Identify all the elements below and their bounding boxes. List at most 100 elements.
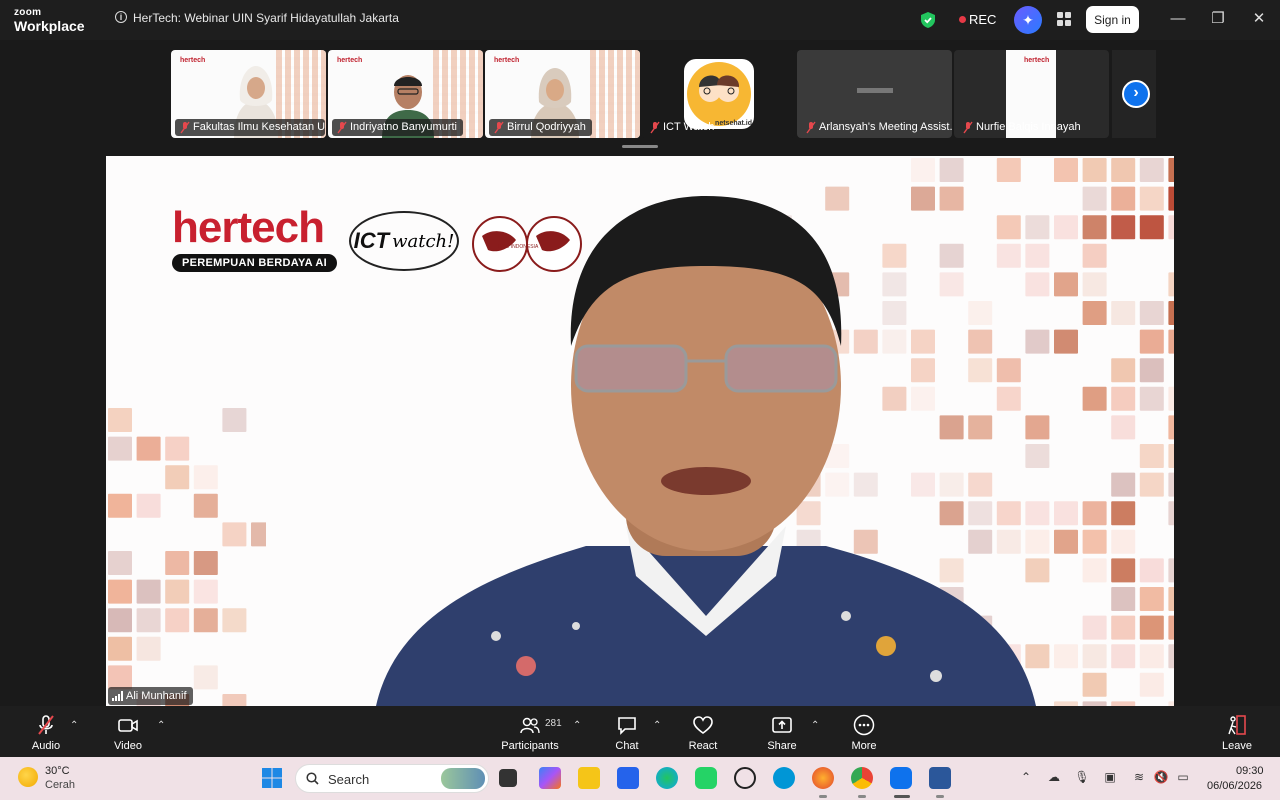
weather-temperature[interactable]: 30°C bbox=[45, 765, 70, 777]
minimize-button[interactable]: — bbox=[1168, 9, 1188, 29]
share-options-caret-icon[interactable]: ⌃ bbox=[811, 720, 819, 731]
apps-grid-icon[interactable] bbox=[1056, 11, 1072, 27]
react-button[interactable]: React bbox=[668, 712, 738, 756]
participants-options-caret-icon[interactable]: ⌃ bbox=[573, 720, 581, 731]
participant-strip: hertech Fakultas Ilmu Kesehatan UI... he… bbox=[0, 40, 1280, 156]
sunny-weather-icon[interactable] bbox=[18, 767, 38, 787]
participant-name-tag: ICT Watch bbox=[645, 119, 720, 136]
thumb-logo: hertech bbox=[1024, 57, 1050, 64]
mosaic-tile bbox=[1082, 215, 1107, 240]
thumb-logo: hertech bbox=[337, 57, 363, 64]
mosaic-tile bbox=[1054, 272, 1078, 297]
title-bar: zoom Workplace i HerTech: Webinar UIN Sy… bbox=[0, 0, 1280, 40]
edge-browser-icon[interactable] bbox=[656, 767, 678, 789]
mosaic-tile bbox=[1082, 272, 1107, 297]
mosaic-tile bbox=[1139, 587, 1164, 611]
word-icon[interactable] bbox=[929, 767, 951, 789]
mosaic-tile bbox=[1111, 558, 1136, 583]
mosaic-tile bbox=[1082, 243, 1107, 268]
mosaic-tile bbox=[1111, 529, 1136, 554]
clock-time[interactable]: 09:30 bbox=[1236, 765, 1264, 777]
mosaic-tile bbox=[1168, 501, 1174, 526]
mosaic-tile bbox=[1111, 472, 1136, 497]
more-button[interactable]: More bbox=[829, 712, 899, 756]
share-label: Share bbox=[767, 740, 797, 752]
participant-thumbnail[interactable]: Arlansyah's Meeting Assist... bbox=[797, 50, 952, 138]
speaker-muted-icon[interactable]: 🔇 bbox=[1153, 770, 1169, 786]
audio-options-caret-icon[interactable]: ⌃ bbox=[70, 720, 78, 731]
participant-thumbnail[interactable]: hertech Indriyatno Banyumurti bbox=[328, 50, 483, 138]
mosaic-tile bbox=[1054, 501, 1078, 526]
zoom-app-icon[interactable] bbox=[890, 767, 912, 789]
task-view-icon[interactable] bbox=[499, 769, 517, 787]
windows-start-icon[interactable] bbox=[261, 767, 283, 789]
share-button[interactable]: Share bbox=[747, 712, 817, 756]
battery-charging-icon[interactable]: ▭ bbox=[1175, 770, 1191, 786]
video-options-caret-icon[interactable]: ⌃ bbox=[157, 720, 165, 731]
speaker-person bbox=[376, 196, 1036, 706]
share-screen-icon bbox=[772, 717, 792, 733]
mosaic-tile bbox=[1111, 186, 1136, 211]
leave-button[interactable]: Leave bbox=[1202, 712, 1272, 756]
mosaic-tile bbox=[1168, 272, 1174, 297]
screen-capture-icon[interactable]: ▣ bbox=[1102, 770, 1118, 786]
mosaic-tile bbox=[136, 608, 161, 633]
taskbar-search[interactable]: Search bbox=[295, 764, 489, 793]
chatgpt-icon[interactable] bbox=[734, 767, 756, 789]
encryption-shield-icon[interactable] bbox=[920, 11, 936, 29]
mosaic-tile bbox=[193, 608, 218, 633]
participant-thumbnail[interactable]: hertech Birrul Qodriyyah bbox=[485, 50, 640, 138]
participant-name-tag: Nurfie Balqis Innayah bbox=[958, 119, 1087, 136]
mosaic-tile bbox=[1168, 301, 1174, 325]
mosaic-tile bbox=[1168, 329, 1174, 354]
weather-condition[interactable]: Cerah bbox=[45, 779, 75, 791]
meeting-info-icon[interactable]: i bbox=[115, 11, 127, 23]
close-button[interactable]: ✕ bbox=[1249, 9, 1269, 29]
mosaic-tile bbox=[193, 665, 218, 690]
mosaic-tile bbox=[1082, 615, 1107, 640]
mic-muted-icon bbox=[337, 121, 347, 134]
sparkle-icon: ✦ bbox=[1022, 11, 1034, 28]
participant-name: Fakultas Ilmu Kesehatan UI... bbox=[193, 121, 325, 133]
chat-button[interactable]: Chat bbox=[592, 712, 662, 756]
microphone-tray-icon[interactable]: 🎙 bbox=[1074, 770, 1090, 786]
mosaic-tile bbox=[1054, 158, 1078, 182]
audio-button[interactable]: Audio bbox=[11, 712, 81, 756]
copilot-icon[interactable] bbox=[539, 767, 561, 789]
participant-name: ICT Watch bbox=[663, 121, 715, 133]
more-label: More bbox=[851, 740, 877, 752]
sign-in-button[interactable]: Sign in bbox=[1086, 6, 1139, 33]
firefox-icon[interactable] bbox=[812, 767, 834, 789]
participant-thumbnail[interactable]: hertech Fakultas Ilmu Kesehatan UI... bbox=[171, 50, 326, 138]
wifi-icon[interactable]: ≋ bbox=[1131, 770, 1147, 786]
chat-options-caret-icon[interactable]: ⌃ bbox=[653, 720, 661, 731]
mosaic-tile bbox=[165, 551, 190, 575]
mosaic-tile bbox=[108, 636, 132, 661]
participant-name: Birrul Qodriyyah bbox=[507, 121, 586, 133]
microsoft-store-icon[interactable] bbox=[617, 767, 639, 789]
mosaic-tile bbox=[251, 522, 266, 547]
video-label: Video bbox=[114, 740, 142, 752]
chrome-icon[interactable] bbox=[851, 767, 873, 789]
participant-thumbnail[interactable]: netsehat.id ICT Watch bbox=[641, 50, 795, 138]
active-speaker-video[interactable]: hertech PEREMPUAN BERDAYA AI ICT watch! … bbox=[106, 156, 1174, 706]
mosaic-tile bbox=[1139, 672, 1164, 697]
file-explorer-icon[interactable] bbox=[578, 767, 600, 789]
show-hidden-icons-chevron-icon[interactable]: ⌃ bbox=[1018, 770, 1034, 786]
ai-companion-button[interactable]: ✦ bbox=[1014, 6, 1042, 34]
mosaic-tile bbox=[1139, 329, 1164, 354]
strip-resize-handle[interactable] bbox=[622, 145, 658, 148]
meeting-title: HerTech: Webinar UIN Syarif Hidayatullah… bbox=[133, 11, 399, 25]
participant-thumbnail[interactable]: hertech Nurfie Balqis Innayah bbox=[954, 50, 1109, 138]
firefox-running-indicator bbox=[819, 795, 827, 798]
video-button[interactable]: Video bbox=[93, 712, 163, 756]
mosaic-tile bbox=[911, 158, 935, 182]
next-page-button[interactable]: › bbox=[1122, 80, 1150, 108]
cloud-sync-icon[interactable]: ☁ bbox=[1046, 770, 1062, 786]
screen-preview bbox=[857, 88, 893, 93]
whatsapp-icon[interactable] bbox=[695, 767, 717, 789]
recording-label[interactable]: REC bbox=[969, 12, 996, 27]
restore-button[interactable]: ❐ bbox=[1208, 9, 1228, 29]
clock-date[interactable]: 06/06/2026 bbox=[1207, 780, 1262, 792]
hp-icon[interactable] bbox=[773, 767, 795, 789]
